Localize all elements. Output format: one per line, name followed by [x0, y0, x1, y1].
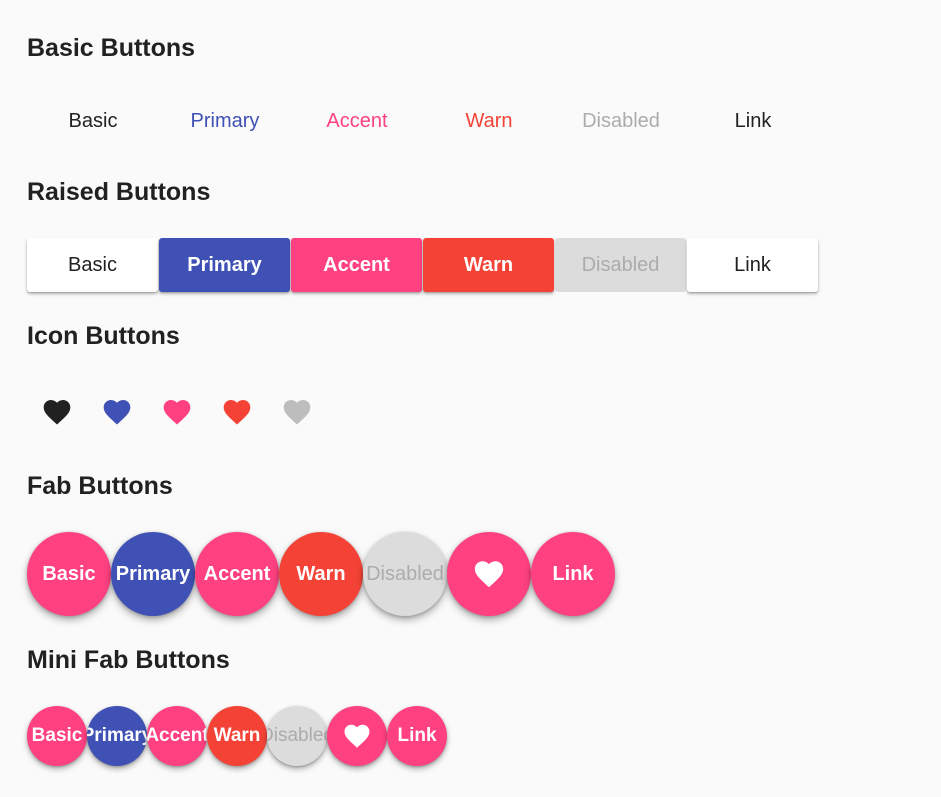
heart-icon: [474, 561, 504, 588]
link-button[interactable]: Link: [687, 94, 819, 148]
heart-icon: [43, 400, 71, 425]
accent-button[interactable]: Accent: [291, 94, 423, 148]
icon-button-accent[interactable]: [147, 382, 207, 442]
fab-buttons-title: Fab Buttons: [27, 472, 173, 500]
mini-fab-link-button[interactable]: Link: [387, 706, 447, 766]
warn-button[interactable]: Warn: [423, 94, 555, 148]
fab-link-button[interactable]: Link: [531, 532, 615, 616]
raised-buttons-title: Raised Buttons: [27, 178, 211, 206]
primary-button[interactable]: Primary: [159, 94, 291, 148]
raised-buttons-row: Basic Primary Accent Warn Disabled Link: [27, 238, 819, 292]
raised-basic-button[interactable]: Basic: [27, 238, 158, 292]
basic-buttons-row: Basic Primary Accent Warn Disabled Link: [27, 94, 819, 148]
disabled-button: Disabled: [555, 94, 687, 148]
raised-warn-button[interactable]: Warn: [423, 238, 554, 292]
heart-icon: [223, 400, 251, 425]
heart-icon: [283, 400, 311, 425]
mini-fab-heart-button[interactable]: [327, 706, 387, 766]
fab-warn-button[interactable]: Warn: [279, 532, 363, 616]
mini-fab-disabled-button: Disabled: [267, 706, 327, 766]
raised-link-button[interactable]: Link: [687, 238, 818, 292]
icon-button-warn[interactable]: [207, 382, 267, 442]
raised-primary-button[interactable]: Primary: [159, 238, 290, 292]
fab-buttons-row: Basic Primary Accent Warn Disabled Link: [27, 532, 615, 616]
mini-fab-buttons-title: Mini Fab Buttons: [27, 646, 230, 674]
fab-basic-button[interactable]: Basic: [27, 532, 111, 616]
mini-fab-primary-button[interactable]: Primary: [87, 706, 147, 766]
heart-icon: [163, 400, 191, 425]
icon-buttons-row: [27, 382, 327, 442]
basic-button[interactable]: Basic: [27, 94, 159, 148]
raised-disabled-button: Disabled: [555, 238, 686, 292]
mini-fab-accent-button[interactable]: Accent: [147, 706, 207, 766]
fab-heart-button[interactable]: [447, 532, 531, 616]
icon-buttons-title: Icon Buttons: [27, 322, 180, 350]
icon-button-disabled: [267, 382, 327, 442]
mini-fab-basic-button[interactable]: Basic: [27, 706, 87, 766]
heart-icon: [103, 400, 131, 425]
basic-buttons-title: Basic Buttons: [27, 34, 196, 62]
fab-primary-button[interactable]: Primary: [111, 532, 195, 616]
icon-button-primary[interactable]: [87, 382, 147, 442]
heart-icon: [344, 724, 370, 748]
fab-disabled-button: Disabled: [363, 532, 447, 616]
mini-fab-warn-button[interactable]: Warn: [207, 706, 267, 766]
fab-accent-button[interactable]: Accent: [195, 532, 279, 616]
mini-fab-buttons-row: Basic Primary Accent Warn Disabled Link: [27, 706, 447, 766]
icon-button-basic[interactable]: [27, 382, 87, 442]
raised-accent-button[interactable]: Accent: [291, 238, 422, 292]
